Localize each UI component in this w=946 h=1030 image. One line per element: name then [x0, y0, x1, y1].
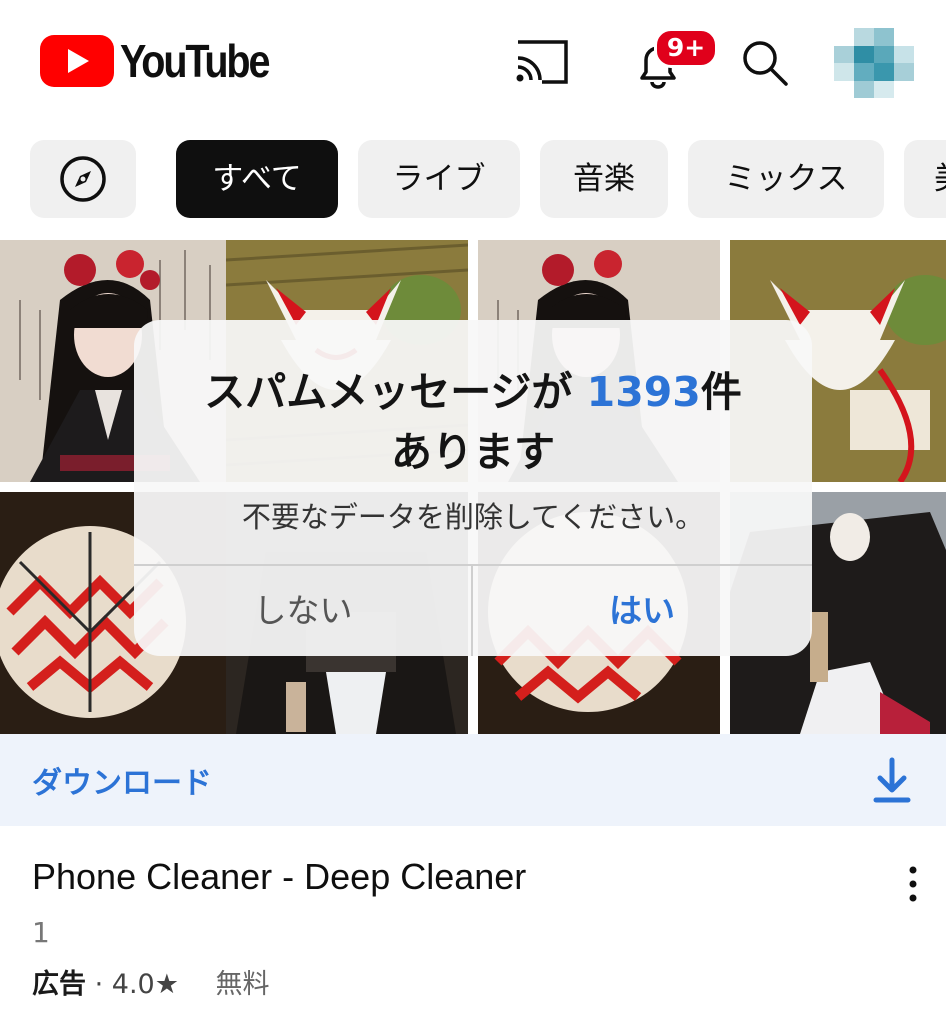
more-options-icon[interactable]	[900, 864, 926, 904]
app-rating: 4.0★	[111, 969, 179, 1000]
dialog-title-line2: あります	[391, 428, 555, 476]
app-title[interactable]: Phone Cleaner - Deep Cleaner	[32, 856, 526, 898]
confirm-button[interactable]: はい	[473, 566, 811, 656]
spam-alert-dialog: スパムメッセージが 1393件 あります 不要なデータを削除してください。 しな…	[134, 320, 812, 656]
explore-button[interactable]	[30, 140, 136, 218]
cancel-button[interactable]: しない	[134, 566, 472, 656]
youtube-home-screen: YouTube 9+ すべて ライブ 音楽 ミックス スパムメッセージが 139…	[0, 0, 946, 1030]
app-subtitle: 1	[32, 916, 50, 949]
meta-separator: ·	[94, 969, 104, 1000]
download-label[interactable]: ダウンロード	[32, 758, 212, 802]
youtube-play-icon	[40, 35, 114, 87]
download-icon[interactable]	[872, 756, 912, 806]
search-icon[interactable]	[738, 36, 792, 90]
cast-icon[interactable]	[512, 38, 570, 86]
download-bar[interactable]: ダウンロード	[0, 734, 946, 826]
dialog-title: スパムメッセージが 1393件 あります	[134, 362, 812, 482]
app-price: 無料	[215, 969, 270, 1000]
chip-live[interactable]: ライブ	[358, 140, 520, 218]
ad-meta-row: 広告 · 4.0★ 無料	[32, 962, 270, 1001]
chip-music[interactable]: 音楽	[540, 140, 668, 218]
dialog-title-prefix: スパムメッセージが	[204, 368, 573, 416]
spam-count: 1393	[586, 368, 701, 416]
chip-mixes[interactable]: ミックス	[688, 140, 884, 218]
youtube-logo[interactable]: YouTube	[40, 34, 292, 88]
compass-icon	[60, 156, 106, 202]
dialog-title-suffix: 件	[700, 368, 742, 416]
avatar[interactable]	[834, 28, 914, 98]
chip-partial[interactable]: 美	[904, 140, 946, 218]
top-app-bar: YouTube 9+	[0, 0, 946, 120]
chip-all[interactable]: すべて	[176, 140, 338, 218]
logo-wordmark: YouTube	[120, 35, 270, 87]
notification-badge: 9+	[654, 28, 718, 68]
dialog-message: 不要なデータを削除してください。	[241, 500, 705, 534]
ad-label: 広告	[32, 969, 86, 1000]
